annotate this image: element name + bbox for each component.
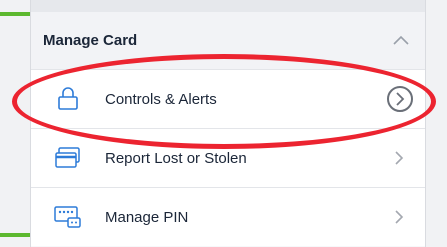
manage-card-panel: Manage Card Controls & Alerts Report Los… [30,0,426,247]
chevron-right-icon[interactable] [385,144,413,172]
menu-item-label: Manage PIN [105,208,189,226]
menu-item-label: Report Lost or Stolen [105,149,247,167]
panel-top-strip [31,0,425,12]
section-header-manage-card[interactable]: Manage Card [31,12,425,69]
section-title: Manage Card [43,32,138,49]
chevron-up-icon[interactable] [393,32,409,50]
menu-item-report-lost-stolen[interactable]: Report Lost or Stolen [31,128,425,187]
menu-item-label: Controls & Alerts [105,90,217,108]
pin-pad-icon [53,204,83,230]
left-bracket-bottom [0,233,30,237]
left-bracket-top [0,12,30,16]
menu-item-controls-alerts[interactable]: Controls & Alerts [31,69,425,128]
card-icon [53,145,83,171]
chevron-right-icon[interactable] [385,203,413,231]
menu-item-manage-pin[interactable]: Manage PIN [31,187,425,246]
chevron-right-icon[interactable] [387,86,413,112]
lock-icon [53,86,83,112]
